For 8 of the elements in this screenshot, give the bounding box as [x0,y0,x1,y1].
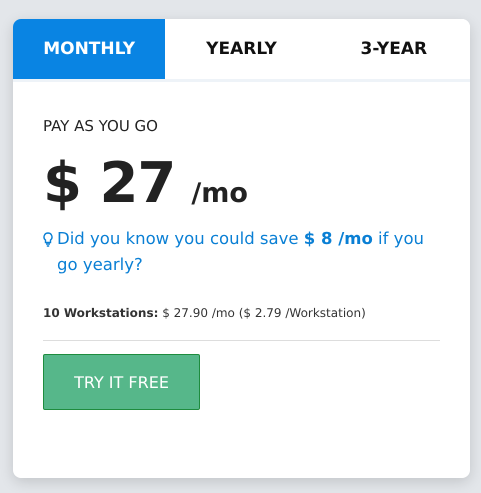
savings-tip: Did you know you could save $ 8 /mo if you go yearly? [57,228,425,276]
billing-tab[interactable]: MONTHLY [13,19,166,79]
workstation-price: 10 Workstations: $ 27.90 /mo ($ 2.79 /Workstation) [43,306,367,320]
price-unit: /mo [191,178,248,209]
price-amount: $ 27 [43,151,176,216]
lightbulb-icon [43,232,53,247]
billing-tab[interactable]: 3-YEAR [318,19,470,79]
plan-name: PAY AS YOU GO [43,117,159,135]
